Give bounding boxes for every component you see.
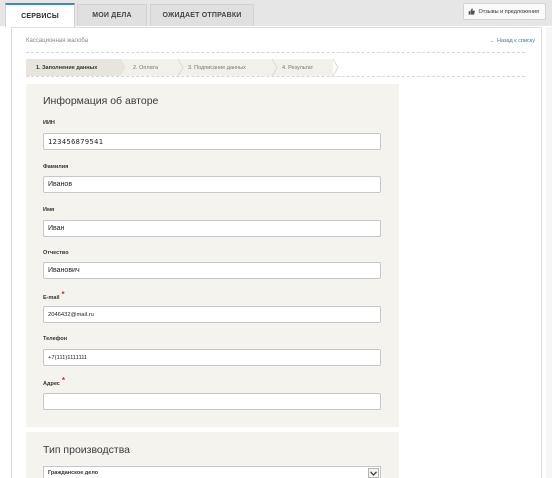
- step-label: 2. Оплата: [133, 64, 159, 71]
- first-name-input[interactable]: Иван: [43, 220, 381, 237]
- feedback-label: Отзывы и предложения: [478, 8, 539, 15]
- chevron-down-icon[interactable]: [368, 468, 379, 478]
- step-payment[interactable]: 2. Оплата: [123, 59, 184, 76]
- production-type-select[interactable]: Гражданское дело: [43, 466, 381, 478]
- email-input[interactable]: 2046432@mail.ru: [43, 306, 381, 323]
- thumbs-up-icon: [469, 8, 476, 15]
- step-separator-icon: [332, 59, 339, 76]
- top-tab-bar: СЕРВИСЫ МОИ ДЕЛА ОЖИДАЕТ ОТПРАВКИ Отзывы…: [0, 0, 552, 27]
- step-label: 3. Подписание данных: [188, 64, 246, 71]
- iin-label: ИИН: [43, 120, 55, 126]
- divider: [26, 76, 525, 77]
- main-panel: Кассационная жалоба ← Назад к списку 1. …: [11, 27, 542, 478]
- email-label-text: E-mail: [43, 295, 60, 301]
- first-name-label: Имя: [43, 207, 55, 213]
- phone-input[interactable]: +7(111)1111111: [43, 349, 381, 366]
- required-mark: *: [61, 290, 65, 299]
- divider: [26, 52, 525, 53]
- wizard-steps: 1. Заполнение данных 2. Оплата 3. Подпис…: [26, 59, 339, 76]
- back-to-list-link[interactable]: ← Назад к списку: [490, 38, 535, 44]
- scrollbar[interactable]: [546, 27, 552, 478]
- patronymic-input[interactable]: Иванович: [43, 262, 381, 279]
- required-mark: *: [61, 376, 65, 385]
- patronymic-label: Отчество: [43, 250, 69, 256]
- feedback-button[interactable]: Отзывы и предложения: [463, 3, 546, 20]
- step-result[interactable]: 4. Результат: [272, 59, 339, 76]
- address-input[interactable]: [43, 393, 381, 410]
- step-label: 1. Заполнение данных: [36, 64, 98, 71]
- tab-services[interactable]: СЕРВИСЫ: [5, 3, 75, 27]
- email-label: E-mail *: [43, 290, 65, 301]
- author-section-title: Информация об авторе: [43, 95, 159, 107]
- tab-my-cases[interactable]: МОИ ДЕЛА: [77, 4, 147, 26]
- address-label-text: Адрес: [43, 381, 60, 387]
- page-subtitle: Кассационная жалоба: [26, 38, 89, 44]
- last-name-label: Фамилия: [43, 164, 69, 170]
- tab-awaiting-send[interactable]: ОЖИДАЕТ ОТПРАВКИ: [150, 4, 254, 26]
- last-name-input[interactable]: Иванов: [43, 176, 381, 193]
- step-label: 4. Результат: [282, 64, 314, 71]
- author-info-card: Информация об авторе ИИН 123456879541 Фа…: [26, 84, 399, 427]
- step-fill-data[interactable]: 1. Заполнение данных: [26, 59, 126, 76]
- step-sign[interactable]: 3. Подписание данных: [178, 59, 278, 76]
- production-type-card: Тип производства Гражданское дело: [26, 432, 399, 478]
- iin-input[interactable]: 123456879541: [43, 133, 381, 150]
- phone-label: Телефон: [43, 336, 68, 342]
- production-type-value: Гражданское дело: [48, 470, 99, 476]
- production-section-title: Тип производства: [43, 444, 131, 456]
- address-label: Адрес *: [43, 376, 65, 387]
